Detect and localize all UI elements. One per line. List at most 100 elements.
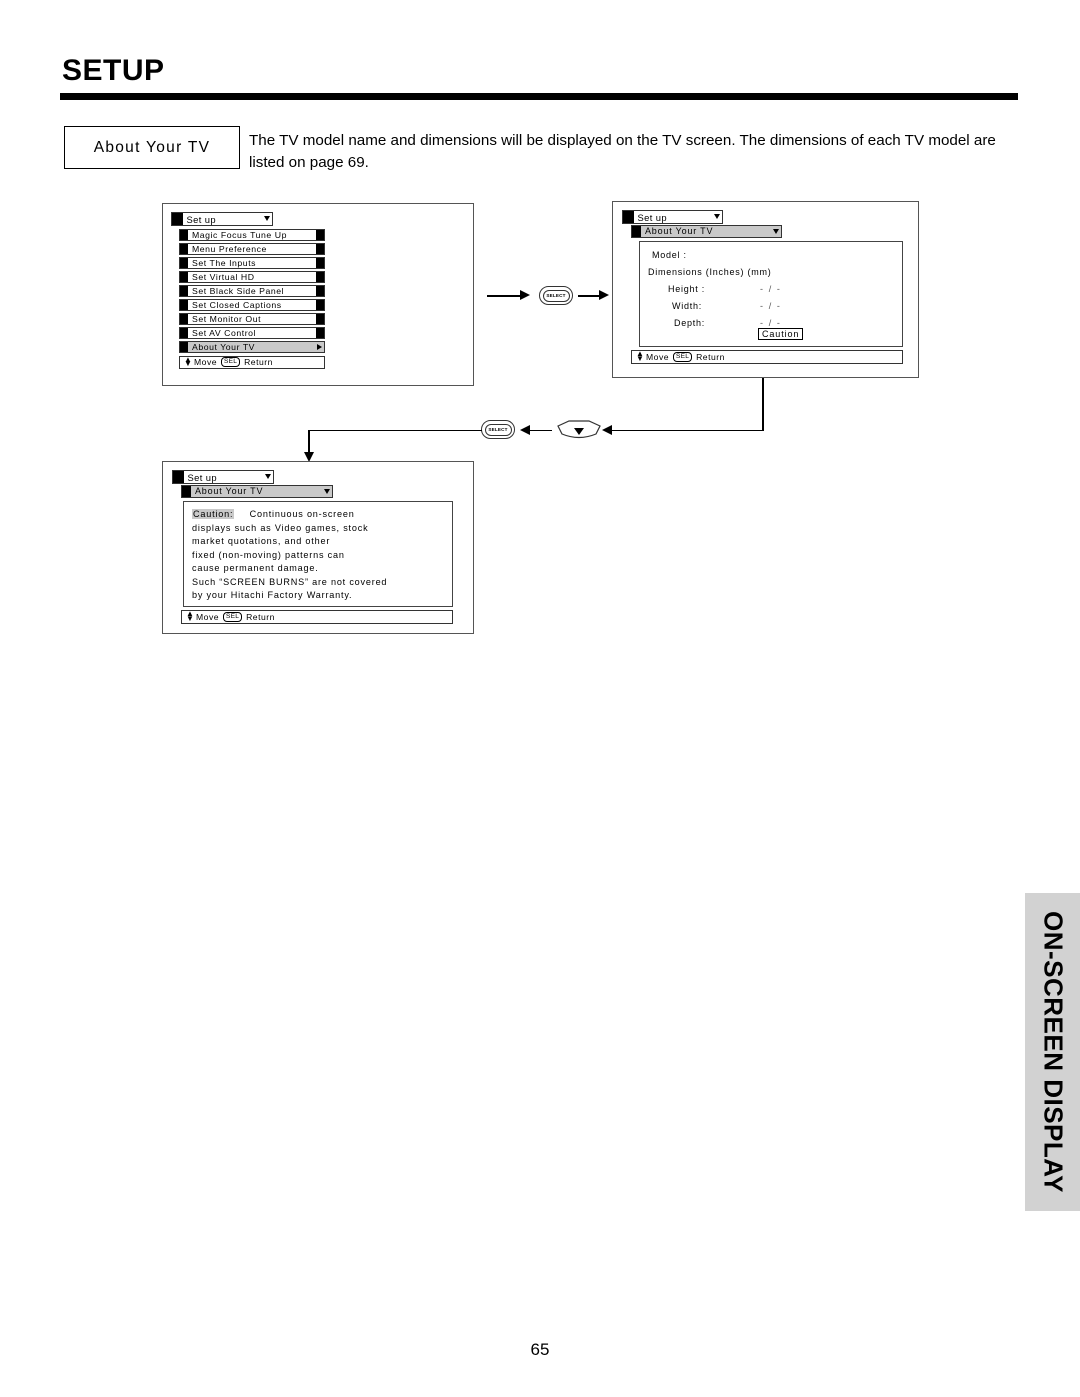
arrow-left-icon-1 (602, 425, 612, 435)
page-number: 65 (530, 1340, 550, 1359)
menu-item-set-the-inputs[interactable]: Set The Inputs (179, 256, 325, 269)
chevron-down-icon (264, 216, 270, 221)
menu-item-set-virtual-hd[interactable]: Set Virtual HD (179, 270, 325, 283)
menu-item-label: Set AV Control (192, 327, 257, 338)
row-marker-right (316, 257, 324, 268)
osd-screen-2: Set up About Your TV Model : Dimensions … (612, 201, 919, 378)
caution-line-text: Such “SCREEN BURNS” are not covered (192, 576, 388, 587)
width-value: - / - (760, 301, 782, 311)
sel-key-badge: SEL (221, 357, 241, 368)
sel-key-badge: SEL (223, 611, 243, 622)
about-your-tv-chip-label: About Your TV (93, 138, 211, 156)
screen3-subbar-about-your-tv[interactable]: About Your TV (181, 484, 333, 498)
up-down-arrow-icon: ▲ ▼ (636, 349, 645, 363)
row-marker-right (316, 285, 324, 296)
flow-diagram: Set up Magic Focus Tune Up Menu Preferen… (0, 190, 1080, 660)
menu-item-set-black-side-panel[interactable]: Set Black Side Panel (179, 284, 325, 297)
row-marker (180, 341, 188, 352)
row-marker (180, 229, 188, 240)
row-marker-right (316, 229, 324, 240)
screen2-subbar-about-your-tv[interactable]: About Your TV (631, 224, 782, 238)
menu-item-set-av-control[interactable]: Set AV Control (179, 326, 325, 339)
screen1-title-label: Set up (186, 213, 217, 225)
osd-screen-3: Set up About Your TV Caution: Continuous… (162, 461, 474, 634)
menu-item-set-monitor-out[interactable]: Set Monitor Out (179, 312, 325, 325)
screen3-title-bar: Set up (172, 470, 274, 484)
menu-item-about-your-tv[interactable]: About Your TV (179, 340, 325, 353)
row-marker-right (316, 271, 324, 282)
screen3-hint-bar: ▲ ▼ Move SEL Return (181, 610, 453, 624)
chevron-down-icon (773, 228, 779, 234)
screen3-caution-panel: Caution: Continuous on-screen displays s… (183, 501, 453, 607)
hint-move-label: Move (196, 611, 220, 622)
title-bar-marker (171, 213, 183, 225)
menu-item-label: About Your TV (192, 341, 256, 352)
select-button-label: SELECT (542, 289, 570, 302)
title-bar-marker (172, 471, 184, 483)
menu-item-label: Set Closed Captions (192, 299, 282, 310)
row-marker (180, 327, 188, 338)
height-label: Height : (668, 284, 706, 294)
chevron-down-icon (714, 214, 720, 219)
depth-value: - / - (760, 318, 782, 328)
sel-key-badge: SEL (673, 351, 693, 362)
screen3-title-label: Set up (187, 471, 218, 483)
depth-label: Depth: (674, 318, 706, 328)
hint-return-label: Return (696, 351, 725, 362)
caution-first-line: Caution: Continuous on-screen (192, 509, 355, 519)
up-down-arrow-icon: ▲ ▼ (186, 609, 195, 623)
hint-return-label: Return (244, 357, 273, 368)
caution-heading: Caution: (192, 509, 235, 519)
menu-item-label: Set Monitor Out (192, 313, 262, 324)
menu-item-label: Set The Inputs (192, 257, 257, 268)
height-value: - / - (760, 284, 782, 294)
up-down-arrow-icon: ▲ ▼ (184, 354, 193, 369)
title-bar-marker (622, 211, 634, 223)
hint-return-label: Return (246, 611, 275, 622)
menu-item-label: Magic Focus Tune Up (192, 229, 287, 240)
section-tab-label: ON-SCREEN DISPLAY (1038, 910, 1068, 1194)
row-marker (180, 243, 188, 254)
select-button-label: SELECT (484, 423, 512, 436)
chevron-down-icon (265, 474, 271, 479)
osd-screen-1: Set up Magic Focus Tune Up Menu Preferen… (162, 203, 474, 386)
menu-item-label: Menu Preference (192, 243, 267, 254)
subbar-label: About Your TV (195, 486, 264, 497)
row-marker (180, 285, 188, 296)
row-marker (180, 271, 188, 282)
chevron-right-icon (317, 343, 322, 350)
hint-move-label: Move (194, 357, 218, 368)
chevron-down-icon (324, 488, 330, 494)
connector-line-3 (762, 378, 764, 431)
screen2-title-bar: Set up (622, 210, 723, 224)
row-marker (180, 257, 188, 268)
caution-line-text: by your Hitachi Factory Warranty. (192, 590, 353, 600)
select-button-1[interactable]: SELECT (539, 286, 573, 305)
row-marker (180, 299, 188, 310)
select-button-2[interactable]: SELECT (481, 420, 515, 439)
subbar-label: About Your TV (645, 226, 714, 237)
caution-line-text: displays such as Video games, stock (192, 522, 369, 533)
intro-paragraph: The TV model name and dimensions will be… (249, 132, 996, 172)
arrow-left-icon-2 (520, 425, 530, 435)
connector-line-4 (612, 429, 763, 432)
caution-line-text: fixed (non-moving) patterns can (192, 549, 345, 560)
section-tab-on-screen-display: ON-SCREEN DISPLAY (1025, 893, 1080, 1211)
connector-line-2 (578, 295, 599, 297)
menu-item-label: Set Virtual HD (192, 271, 255, 282)
menu-item-magic-focus-tune-up[interactable]: Magic Focus Tune Up (179, 228, 325, 241)
width-label: Width: (672, 301, 703, 311)
connector-line-6 (308, 429, 482, 432)
row-marker-right (316, 327, 324, 338)
connector-line-5 (530, 429, 552, 432)
connector-line-7 (308, 429, 310, 455)
hint-move-label: Move (646, 351, 670, 362)
about-your-tv-chip: About Your TV (64, 126, 240, 169)
menu-item-menu-preference[interactable]: Menu Preference (179, 242, 325, 255)
screen1-hint-bar: ▲ ▼ Move SEL Return (179, 354, 325, 369)
menu-item-set-closed-captions[interactable]: Set Closed Captions (179, 298, 325, 311)
screen2-info-panel: Model : Dimensions (Inches) (mm) Height … (639, 241, 903, 347)
page-title: SETUP (62, 54, 165, 87)
caution-button[interactable]: Caution (758, 328, 804, 340)
down-arrow-key[interactable] (556, 420, 602, 441)
